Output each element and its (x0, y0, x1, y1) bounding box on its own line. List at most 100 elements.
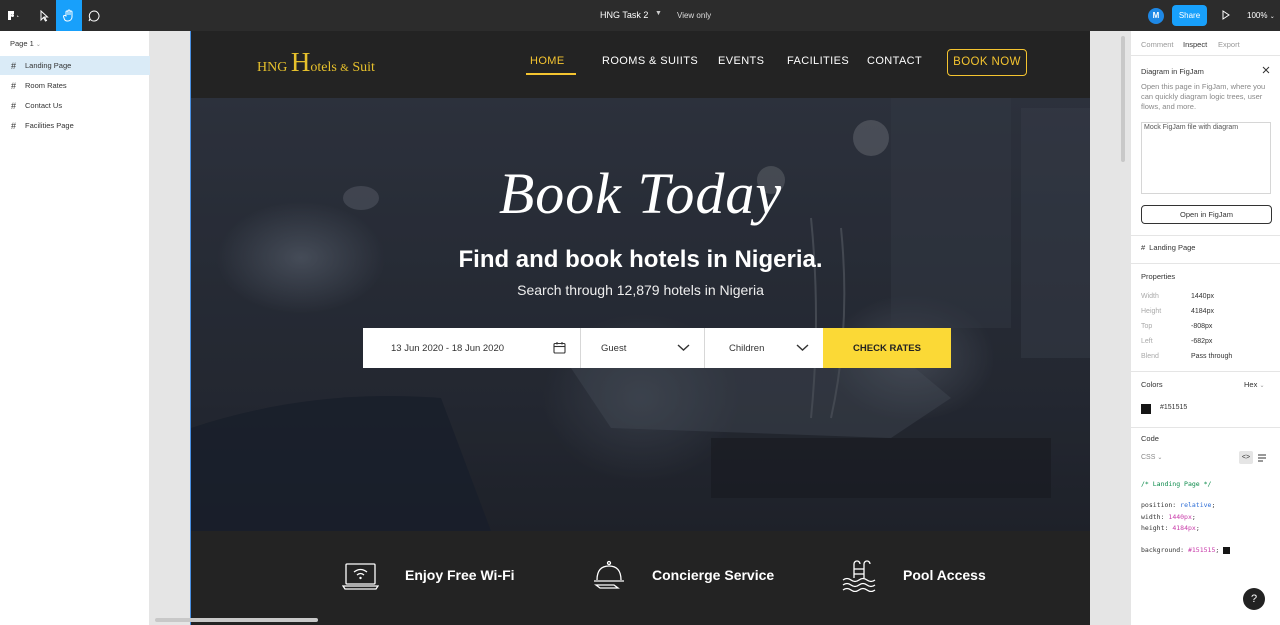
layer-item-label: Facilities Page (25, 121, 74, 130)
children-select[interactable]: Children (705, 328, 823, 368)
share-button[interactable]: Share (1172, 5, 1207, 26)
prop-value-blend[interactable]: Pass through (1191, 353, 1232, 360)
children-select-value: Children (729, 342, 765, 354)
date-range-field[interactable]: 13 Jun 2020 - 18 Jun 2020 (363, 328, 581, 368)
layer-item-room-rates[interactable]: # Room Rates (0, 76, 150, 95)
hero-subheading: Search through 12,879 hotels in Nigeria (517, 282, 764, 298)
frame-icon: # (11, 60, 17, 71)
chevron-down-icon: ⌄ (1269, 14, 1275, 20)
play-icon (1222, 10, 1230, 20)
figjam-text-line: flows, and more. (1141, 102, 1197, 111)
zoom-value: 100% (1247, 11, 1268, 20)
logo-text-pre: HNG (257, 60, 291, 75)
top-toolbar: HNG Task 2 ▼ View only M Share 100% ⌄ (0, 0, 1280, 31)
code-icon: <> (1241, 454, 1251, 461)
figjam-text-line: can quickly diagram logic trees, user (1141, 92, 1263, 101)
site-logo[interactable]: HNG Hotels & Suit (257, 47, 375, 78)
code-value: #151515 (1187, 546, 1216, 554)
tab-inspect[interactable]: Inspect (1183, 40, 1207, 49)
code-line-width: width: 1440px; (1141, 513, 1196, 521)
tab-comment[interactable]: Comment (1141, 40, 1174, 49)
avatar[interactable]: M (1148, 8, 1164, 24)
code-prop: position: (1141, 501, 1177, 509)
prop-label-left: Left (1141, 338, 1153, 345)
vertical-scrollbar[interactable] (1121, 36, 1125, 162)
hand-icon (63, 9, 73, 21)
color-format-dropdown[interactable]: Hex ⌄ (1244, 380, 1264, 389)
hero-heading: Find and book hotels in Nigeria. (458, 246, 823, 273)
frame-name-label: Landing Page (1149, 243, 1196, 252)
prop-value-height[interactable]: 4184px (1191, 308, 1214, 315)
comment-tool-button[interactable] (81, 0, 107, 31)
present-button[interactable] (1221, 9, 1231, 23)
code-line-height: height: 4184px; (1141, 524, 1200, 532)
cursor-icon (40, 9, 49, 22)
concierge-bell-icon (594, 560, 624, 589)
landing-page-frame[interactable]: HNG Hotels & Suit HOME ROOMS & SUIITS EV… (190, 31, 1090, 625)
nav-rooms-suites[interactable]: ROOMS & SUIITS (602, 55, 698, 67)
code-view-toggle[interactable]: <> (1239, 451, 1253, 464)
canvas[interactable]: HNG Hotels & Suit HOME ROOMS & SUIITS EV… (150, 31, 1130, 625)
layer-item-facilities-page[interactable]: # Facilities Page (0, 116, 150, 135)
color-swatch[interactable] (1141, 404, 1151, 414)
nav-home[interactable]: HOME (530, 55, 565, 67)
logo-text-mid: otels (310, 60, 341, 75)
divider (1131, 263, 1280, 264)
layer-item-landing-page[interactable]: # Landing Page (0, 56, 150, 75)
layers-panel: Page 1 ⌄ # Landing Page # Room Rates # Cont… (0, 31, 150, 625)
divider (1131, 235, 1280, 236)
layer-item-label: Room Rates (25, 81, 67, 90)
divider (1131, 371, 1280, 372)
page-selector[interactable]: Page 1 ⌄ (10, 39, 41, 48)
logo-text-amp: & (340, 62, 349, 74)
divider (1131, 427, 1280, 428)
feature-wifi: Enjoy Free Wi-Fi (342, 557, 515, 593)
move-tool-button[interactable] (31, 0, 57, 31)
figjam-preview-alt: Mock FigJam file with diagram (1144, 124, 1239, 131)
color-value[interactable]: #151515 (1160, 404, 1187, 411)
list-view-icon[interactable] (1258, 454, 1266, 462)
code-language-value: CSS (1141, 454, 1156, 461)
nav-facilities[interactable]: FACILITIES (787, 55, 849, 67)
file-title[interactable]: HNG Task 2 (600, 10, 648, 20)
nav-events[interactable]: EVENTS (718, 55, 764, 67)
code-prop: height: (1141, 524, 1169, 532)
prop-value-width[interactable]: 1440px (1191, 293, 1214, 300)
colors-title: Colors (1141, 380, 1163, 389)
guest-select[interactable]: Guest (581, 328, 705, 368)
comment-icon (88, 9, 100, 21)
layer-item-contact-us[interactable]: # Contact Us (0, 96, 150, 115)
code-comment: /* Landing Page */ (1141, 480, 1212, 488)
prop-value-left[interactable]: -682px (1191, 338, 1212, 345)
book-now-button[interactable]: BOOK NOW (947, 49, 1027, 76)
figma-menu-button[interactable] (0, 0, 26, 31)
figjam-text-line: Open this page in FigJam, where you (1141, 82, 1266, 91)
close-icon[interactable] (1262, 66, 1270, 74)
code-value: relative (1180, 501, 1212, 509)
code-language-dropdown[interactable]: CSS ⌄ (1141, 454, 1162, 461)
zoom-dropdown[interactable]: 100% ⌄ (1247, 11, 1275, 20)
code-line-background: background: #151515; (1141, 546, 1231, 554)
layer-item-label: Landing Page (25, 61, 72, 70)
frame-name: # Landing Page (1141, 243, 1195, 252)
code-value: 4184px (1172, 524, 1196, 532)
hero-script-title: Book Today (498, 161, 783, 226)
wifi-laptop-icon (342, 563, 379, 590)
feature-label: Concierge Service (652, 567, 775, 583)
booking-search-bar: 13 Jun 2020 - 18 Jun 2020 Guest Children… (363, 328, 951, 368)
prop-value-top[interactable]: -808px (1191, 323, 1212, 330)
view-mode-label: View only (677, 11, 712, 20)
hand-tool-button[interactable] (56, 0, 82, 31)
check-rates-button[interactable]: CHECK RATES (823, 328, 951, 368)
horizontal-scrollbar[interactable] (155, 618, 318, 622)
prop-label-blend: Blend (1141, 353, 1159, 360)
code-line-position: position: relative; (1141, 501, 1216, 509)
nav-contact[interactable]: CONTACT (867, 55, 922, 67)
chevron-down-icon[interactable]: ▼ (655, 10, 662, 17)
site-navbar: HNG Hotels & Suit HOME ROOMS & SUIITS EV… (191, 31, 1090, 98)
tab-export[interactable]: Export (1218, 40, 1240, 49)
chevron-down-icon: ⌄ (35, 42, 41, 48)
open-in-figjam-button[interactable]: Open in FigJam (1141, 205, 1272, 224)
feature-label: Enjoy Free Wi-Fi (405, 567, 515, 583)
help-button[interactable]: ? (1243, 588, 1265, 610)
